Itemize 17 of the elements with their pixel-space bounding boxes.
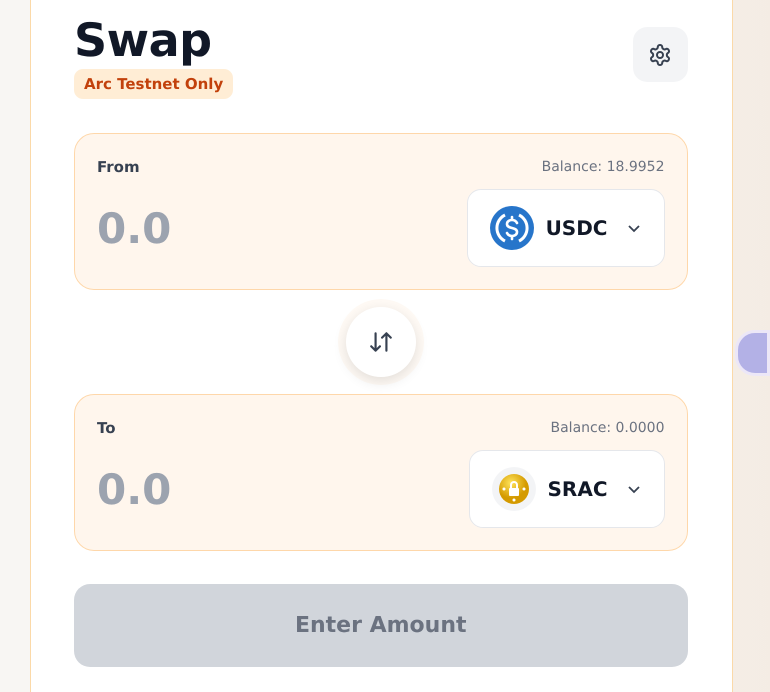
balance-text: Balance: 18.9952	[542, 159, 664, 175]
balance-text: Balance: 0.0000	[550, 420, 664, 436]
panel-label: To	[97, 419, 116, 437]
panel-label: From	[97, 158, 140, 176]
swap-direction-button[interactable]	[346, 307, 416, 377]
token-select[interactable]: USDC	[466, 189, 664, 267]
token-select[interactable]: SRAC	[468, 450, 664, 528]
swap-arrows-icon	[368, 329, 394, 355]
coin-lock-icon	[492, 467, 536, 511]
page-title: Swap	[74, 14, 212, 66]
amount-input[interactable]: 0.0	[97, 464, 397, 514]
network-badge: Arc Testnet Only	[74, 69, 234, 99]
settings-button[interactable]	[632, 27, 688, 82]
coin-dollar-icon	[490, 206, 534, 250]
settings-icon	[648, 42, 672, 66]
amount-input[interactable]: 0.0	[97, 204, 397, 252]
decorative-shape	[734, 330, 770, 376]
